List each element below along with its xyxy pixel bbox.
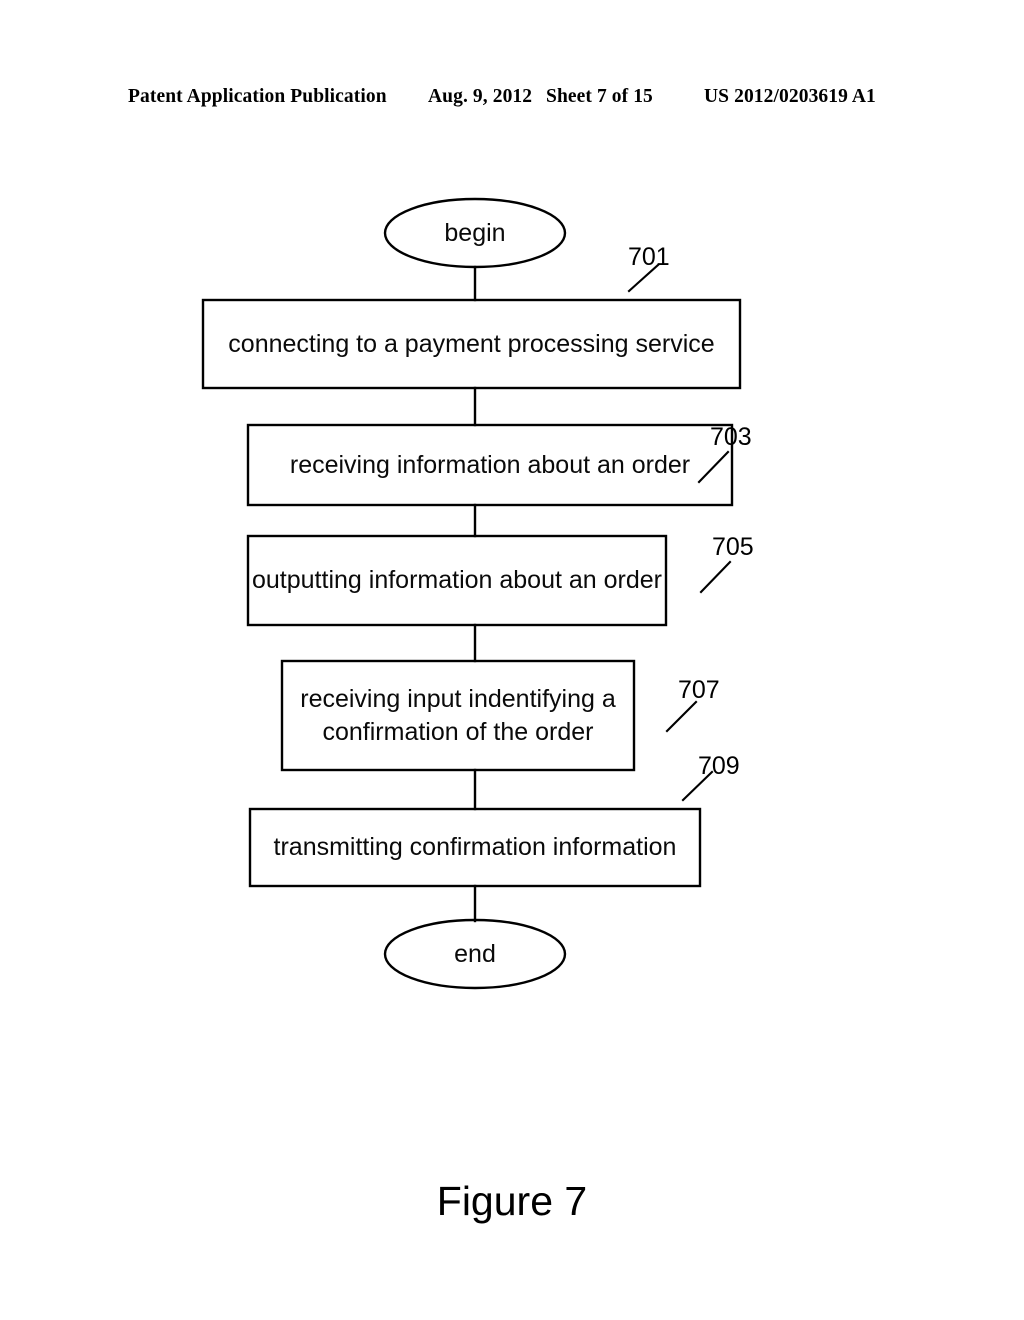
flowchart-graphics bbox=[201, 197, 742, 990]
reference-numeral-705: 705 bbox=[712, 533, 754, 561]
figure-caption: Figure 7 bbox=[436, 1178, 588, 1224]
node-step701-label: connecting to a payment processing servi… bbox=[228, 329, 715, 358]
node-step707-label: receiving input indentifying a confirmat… bbox=[300, 684, 616, 746]
reference-numeral-707: 707 bbox=[678, 676, 720, 704]
node-end-label: end bbox=[454, 939, 496, 968]
reference-numeral-701: 701 bbox=[628, 243, 670, 271]
leader-line-707 bbox=[665, 700, 698, 733]
reference-numeral-703: 703 bbox=[710, 423, 752, 451]
node-begin-label: begin bbox=[444, 218, 506, 247]
node-step703-label: receiving information about an order bbox=[289, 450, 691, 479]
flowchart: begin connecting to a payment processing… bbox=[0, 0, 1024, 1320]
node-step705-label: outputting information about an order bbox=[252, 566, 662, 594]
node-step709-label: transmitting confirmation information bbox=[273, 833, 677, 861]
leader-line-705 bbox=[699, 560, 732, 594]
patent-figure-page: Patent Application Publication Aug. 9, 2… bbox=[0, 0, 1024, 1320]
reference-numeral-709: 709 bbox=[698, 752, 740, 780]
